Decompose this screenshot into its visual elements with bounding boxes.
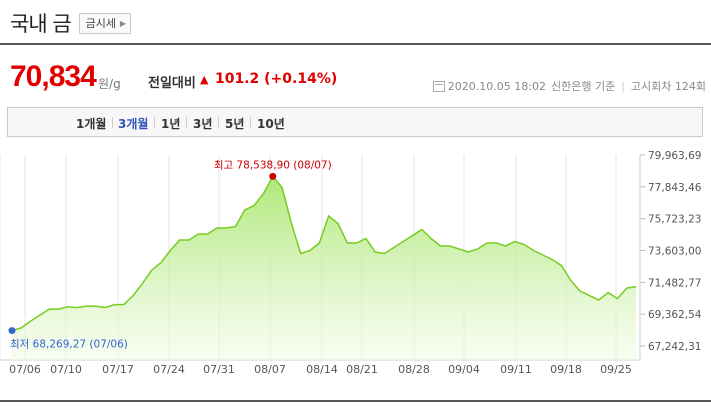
x-tick-label: 07/24 [153, 363, 185, 376]
tab-3-year[interactable]: 3년 [193, 115, 212, 132]
period-tabs: 1개월 3개월 1년 3년 5년 10년 [7, 107, 703, 137]
info-separator: | [621, 79, 625, 93]
tab-divider [186, 117, 187, 128]
max-point-marker [269, 172, 277, 180]
up-triangle-icon: ▲ [200, 73, 209, 86]
header-divider [0, 43, 711, 45]
quote-info: 2020.10.05 18:02 신한은행 기준 | 고시회차 124회 [432, 78, 706, 94]
price-unit: 원/g [98, 77, 121, 91]
x-tick-label: 09/04 [448, 363, 480, 376]
footer-divider [0, 400, 711, 402]
x-tick-label: 08/21 [346, 363, 378, 376]
y-tick-label: 79,963,69 [648, 150, 701, 162]
x-tick-label: 07/31 [203, 363, 235, 376]
y-tick-label: 73,603,00 [648, 246, 701, 258]
title-row: 국내 금 금시세 ▶ [10, 8, 132, 38]
tab-divider [112, 117, 113, 128]
y-tick-label: 69,362,54 [648, 309, 702, 321]
y-tick-label: 67,242,31 [648, 341, 701, 353]
price-chart: 79,963,69 77,843,46 75,723,23 73,603,00 71,4… [0, 150, 702, 376]
x-tick-label: 09/11 [500, 363, 532, 376]
quote-datetime: 2020.10.05 18:02 [447, 79, 546, 93]
quote-round: 고시회차 124회 [630, 80, 706, 93]
tab-5-year[interactable]: 5년 [225, 115, 244, 132]
y-tick-label: 71,482,77 [648, 277, 701, 289]
page-title: 국내 금 [10, 12, 72, 36]
current-price: 70,834 [10, 60, 97, 93]
gold-quote-button-label: 금시세 [85, 16, 117, 30]
min-point-label: 최저 68,269,27 (07/06) [10, 339, 128, 351]
tab-1-month[interactable]: 1개월 [76, 115, 106, 132]
change-label: 전일대비 [148, 76, 196, 91]
x-tick-label: 09/25 [600, 363, 632, 376]
x-tick-label: 08/07 [254, 363, 286, 376]
gold-quote-button[interactable]: 금시세 ▶ [78, 12, 132, 34]
x-tick-label: 07/10 [50, 363, 82, 376]
tab-divider [250, 117, 251, 128]
tab-10-year[interactable]: 10년 [257, 115, 285, 132]
chevron-right-icon: ▶ [119, 18, 127, 28]
x-tick-label: 09/18 [550, 363, 582, 376]
x-tick-label: 07/06 [9, 363, 41, 376]
max-point-label: 최고 78,538,90 (08/07) [214, 159, 332, 171]
x-tick-label: 08/28 [398, 363, 430, 376]
y-tick-label: 77,843,46 [648, 182, 702, 194]
y-tick-label: 75,723,23 [648, 214, 701, 226]
calendar-icon [432, 80, 445, 92]
x-tick-label: 08/14 [306, 363, 338, 376]
tab-1-year[interactable]: 1년 [161, 115, 180, 132]
quote-bank: 신한은행 기준 [550, 80, 616, 93]
x-tick-label: 07/17 [102, 363, 134, 376]
price-area [12, 176, 636, 360]
price-summary: 70,834 원/g 전일대비 ▲ 101.2 (+0.14%) 2020.10… [10, 58, 710, 98]
change-value: 101.2 (+0.14%) [215, 71, 338, 87]
tab-divider [218, 117, 219, 128]
tab-divider [154, 117, 155, 128]
min-point-marker [8, 327, 16, 335]
tab-3-month[interactable]: 3개월 [118, 115, 148, 132]
